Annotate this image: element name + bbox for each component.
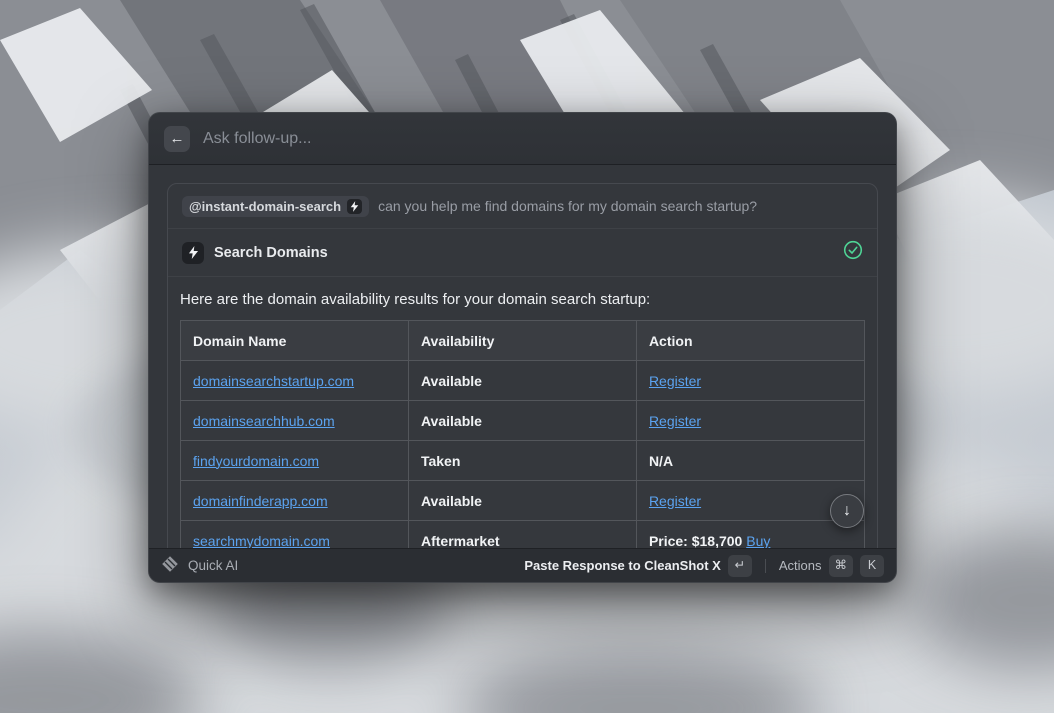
actions-menu-button[interactable]: Actions ⌘ K	[779, 555, 884, 577]
window-header: ←	[149, 113, 896, 165]
window-footer: Quick AI Paste Response to CleanShot X ↵…	[149, 548, 896, 582]
availability-cell: Available	[408, 361, 636, 401]
action-link[interactable]: Register	[649, 493, 701, 509]
domain-cell: findyourdomain.com	[181, 441, 409, 481]
follow-up-input[interactable]	[203, 130, 881, 148]
answer-intro-text: Here are the domain availability results…	[180, 291, 865, 308]
desktop: ← @instant-domain-search can you help me…	[0, 0, 1054, 713]
success-check-icon	[843, 240, 863, 265]
table-row: domainsearchhub.com Available Register	[181, 401, 865, 441]
column-header-availability: Availability	[408, 321, 636, 361]
domain-link[interactable]: searchmydomain.com	[193, 533, 330, 549]
table-row: domainfinderapp.com Available Register	[181, 481, 865, 521]
user-query-text: can you help me find domains for my doma…	[378, 198, 757, 214]
table-header-row: Domain Name Availability Action	[181, 321, 865, 361]
action-cell: Register	[636, 401, 864, 441]
paste-response-label: Paste Response to CleanShot X	[524, 558, 721, 573]
results-table: Domain Name Availability Action domainse…	[180, 320, 865, 550]
action-link[interactable]: Register	[649, 373, 701, 389]
user-query-row: @instant-domain-search can you help me f…	[168, 184, 877, 228]
k-keycap: K	[860, 555, 884, 577]
availability-cell: Available	[408, 481, 636, 521]
quick-ai-window: ← @instant-domain-search can you help me…	[148, 112, 897, 583]
availability-cell: Available	[408, 401, 636, 441]
cmd-keycap: ⌘	[829, 555, 854, 577]
availability-cell: Taken	[408, 441, 636, 481]
table-row: searchmydomain.comAftermarketPrice: $18,…	[181, 521, 865, 551]
action-link[interactable]: Buy	[746, 533, 770, 549]
paste-response-action[interactable]: Paste Response to CleanShot X ↵	[524, 555, 752, 577]
raycast-logo-icon	[161, 555, 179, 576]
lightning-icon	[182, 242, 204, 264]
conversation-area: @instant-domain-search can you help me f…	[149, 165, 896, 550]
domain-cell: searchmydomain.com	[181, 521, 409, 551]
actions-label: Actions	[779, 558, 822, 573]
action-link[interactable]: Register	[649, 413, 701, 429]
conversation-card: @instant-domain-search can you help me f…	[167, 183, 878, 550]
domain-link[interactable]: domainsearchhub.com	[193, 413, 335, 429]
action-text: N/A	[649, 453, 673, 469]
action-cell: N/A	[636, 441, 864, 481]
domain-link[interactable]: domainsearchstartup.com	[193, 373, 354, 389]
domain-cell: domainsearchhub.com	[181, 401, 409, 441]
table-row: domainsearchstartup.com Available Register	[181, 361, 865, 401]
table-row: findyourdomain.com Taken N/A	[181, 441, 865, 481]
back-arrow-icon: ←	[170, 131, 185, 146]
domain-link[interactable]: domainfinderapp.com	[193, 493, 328, 509]
lightning-icon	[347, 199, 362, 214]
domain-cell: domainfinderapp.com	[181, 481, 409, 521]
column-header-domain: Domain Name	[181, 321, 409, 361]
footer-divider	[765, 559, 766, 573]
app-label: Quick AI	[188, 558, 238, 573]
scroll-down-button[interactable]: ↓	[830, 494, 864, 528]
tool-call-row[interactable]: Search Domains	[168, 228, 877, 276]
ai-answer: Here are the domain availability results…	[168, 276, 877, 550]
price-text: Price: $18,700	[649, 533, 746, 549]
action-cell: Register	[636, 361, 864, 401]
domain-cell: domainsearchstartup.com	[181, 361, 409, 401]
mention-label: @instant-domain-search	[189, 199, 341, 214]
return-keycap: ↵	[728, 555, 752, 577]
column-header-action: Action	[636, 321, 864, 361]
extension-mention-badge[interactable]: @instant-domain-search	[182, 196, 369, 217]
down-arrow-icon: ↓	[843, 502, 851, 520]
action-cell: Price: $18,700 Buy	[636, 521, 864, 551]
availability-cell: Aftermarket	[408, 521, 636, 551]
results-table-body: domainsearchstartup.com Available Register…	[181, 361, 865, 551]
back-button[interactable]: ←	[164, 126, 190, 152]
domain-link[interactable]: findyourdomain.com	[193, 453, 319, 469]
tool-call-label: Search Domains	[214, 245, 328, 261]
